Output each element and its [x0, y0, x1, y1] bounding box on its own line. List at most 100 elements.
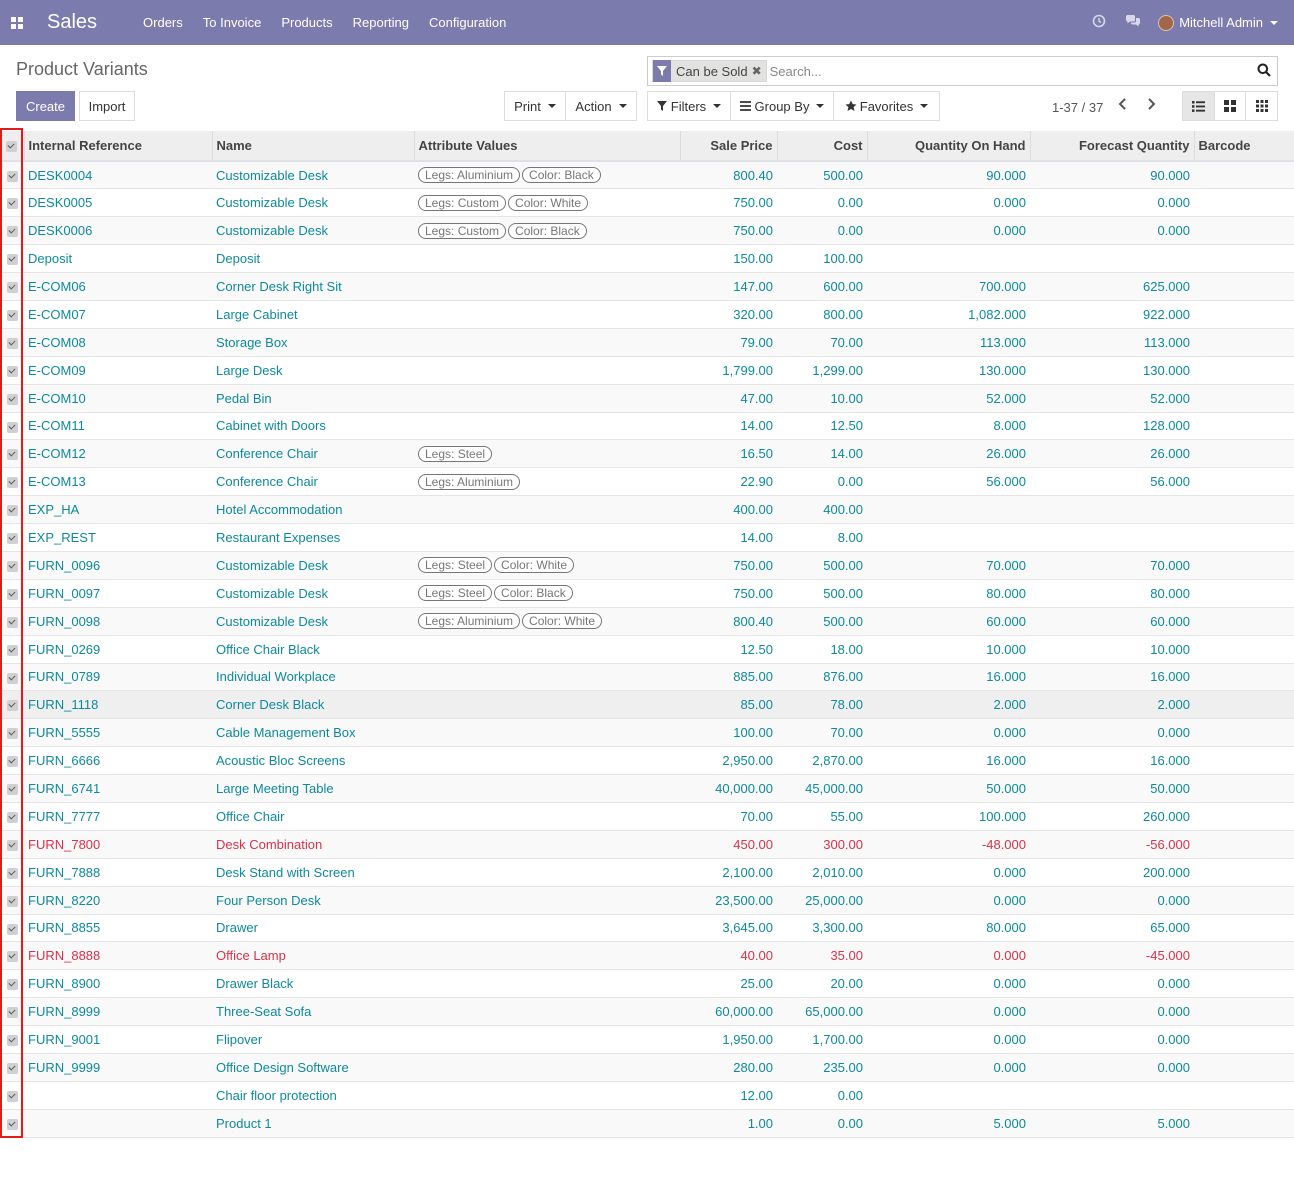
cell-internal-reference[interactable]: FURN_0789 [24, 663, 212, 692]
row-select-checkbox[interactable] [0, 328, 24, 357]
table-row[interactable]: FURN_6666 Acoustic Bloc Screens 2,950.00 2,… [0, 746, 1294, 776]
cell-forecast-quantity[interactable]: 50.000 [1030, 774, 1194, 803]
cell-barcode[interactable] [1194, 216, 1294, 246]
cell-sale-price[interactable]: 25.00 [680, 969, 777, 999]
row-select-checkbox[interactable] [0, 969, 24, 999]
row-select-checkbox[interactable] [0, 216, 24, 246]
search-icon[interactable] [1257, 63, 1271, 77]
cell-sale-price[interactable]: 85.00 [680, 690, 777, 720]
cell-name[interactable]: Customizable Desk [212, 607, 414, 636]
cell-internal-reference[interactable]: FURN_7800 [24, 830, 212, 859]
cell-internal-reference[interactable]: E-COM10 [24, 384, 212, 413]
cell-forecast-quantity[interactable]: 0.000 [1030, 216, 1194, 246]
cell-name[interactable]: Pedal Bin [212, 384, 414, 413]
cell-forecast-quantity[interactable]: 60.000 [1030, 607, 1194, 636]
cell-forecast-quantity[interactable]: 625.000 [1030, 272, 1194, 301]
cell-name[interactable]: Acoustic Bloc Screens [212, 746, 414, 776]
cell-cost[interactable]: 800.00 [777, 300, 867, 329]
facet-remove-icon[interactable]: ✖ [752, 64, 766, 78]
cell-quantity-on-hand[interactable]: 80.000 [867, 579, 1030, 608]
cell-quantity-on-hand[interactable]: 90.000 [867, 161, 1030, 190]
cell-internal-reference[interactable]: FURN_8900 [24, 969, 212, 999]
cell-sale-price[interactable]: 750.00 [680, 551, 777, 580]
cell-internal-reference[interactable]: FURN_8855 [24, 914, 212, 943]
cell-sale-price[interactable]: 450.00 [680, 830, 777, 859]
cell-sale-price[interactable]: 40,000.00 [680, 774, 777, 803]
row-select-checkbox[interactable] [0, 579, 24, 608]
cell-internal-reference[interactable]: FURN_8999 [24, 997, 212, 1027]
row-select-checkbox[interactable] [0, 607, 24, 636]
cell-forecast-quantity[interactable]: 70.000 [1030, 551, 1194, 580]
cell-quantity-on-hand[interactable]: 1,082.000 [867, 300, 1030, 329]
cell-forecast-quantity[interactable]: 200.000 [1030, 858, 1194, 887]
table-row[interactable]: FURN_5555 Cable Management Box 100.00 70.00… [0, 718, 1294, 748]
cell-forecast-quantity[interactable]: 0.000 [1030, 188, 1194, 218]
row-select-checkbox[interactable] [0, 1081, 24, 1110]
cell-internal-reference[interactable]: E-COM13 [24, 467, 212, 497]
select-all-checkbox[interactable] [0, 131, 25, 162]
cell-sale-price[interactable]: 79.00 [680, 328, 777, 357]
cell-forecast-quantity[interactable]: 922.000 [1030, 300, 1194, 329]
row-select-checkbox[interactable] [0, 858, 24, 887]
cell-cost[interactable]: 65,000.00 [777, 997, 867, 1027]
row-select-checkbox[interactable] [0, 886, 24, 915]
cell-name[interactable]: Product 1 [212, 1109, 414, 1138]
cell-internal-reference[interactable]: FURN_5555 [24, 718, 212, 748]
cell-barcode[interactable] [1194, 663, 1294, 692]
row-select-checkbox[interactable] [0, 941, 24, 971]
cell-barcode[interactable] [1194, 188, 1294, 218]
cell-internal-reference[interactable]: FURN_0096 [24, 551, 212, 580]
row-select-checkbox[interactable] [0, 244, 24, 274]
apps-menu-button[interactable] [0, 0, 34, 45]
cell-barcode[interactable] [1194, 774, 1294, 803]
cell-cost[interactable]: 0.00 [777, 1081, 867, 1110]
import-button[interactable]: Import [79, 91, 135, 121]
menu-orders[interactable]: Orders [133, 0, 193, 45]
col-internal-reference[interactable]: Internal Reference [24, 131, 213, 162]
row-select-checkbox[interactable] [0, 523, 24, 552]
cell-barcode[interactable] [1194, 579, 1294, 608]
table-row[interactable]: FURN_9001 Flipover 1,950.00 1,700.00 0.000 0.… [0, 1025, 1294, 1054]
cell-quantity-on-hand[interactable]: 52.000 [867, 384, 1030, 413]
col-barcode[interactable]: Barcode [1194, 131, 1294, 162]
cell-name[interactable]: Restaurant Expenses [212, 523, 414, 552]
cell-barcode[interactable] [1194, 384, 1294, 413]
cell-internal-reference[interactable] [24, 1081, 212, 1110]
cell-internal-reference[interactable]: E-COM08 [24, 328, 212, 357]
cell-cost[interactable]: 70.00 [777, 718, 867, 748]
row-select-checkbox[interactable] [0, 495, 24, 525]
user-menu[interactable]: Mitchell Admin [1150, 14, 1294, 31]
cell-sale-price[interactable]: 147.00 [680, 272, 777, 301]
cell-sale-price[interactable]: 22.90 [680, 467, 777, 497]
cell-quantity-on-hand[interactable]: 700.000 [867, 272, 1030, 301]
cell-name[interactable]: Customizable Desk [212, 579, 414, 608]
cell-barcode[interactable] [1194, 1109, 1294, 1138]
cell-quantity-on-hand[interactable]: 60.000 [867, 607, 1030, 636]
pager-value[interactable]: 1-37 / 37 [1052, 100, 1103, 115]
cell-sale-price[interactable]: 885.00 [680, 663, 777, 692]
cell-barcode[interactable] [1194, 412, 1294, 441]
cell-cost[interactable]: 14.00 [777, 439, 867, 469]
cell-sale-price[interactable]: 800.40 [680, 607, 777, 636]
cell-name[interactable]: Large Meeting Table [212, 774, 414, 803]
cell-forecast-quantity[interactable]: 113.000 [1030, 328, 1194, 357]
cell-quantity-on-hand[interactable]: 0.000 [867, 886, 1030, 915]
cell-cost[interactable]: 600.00 [777, 272, 867, 301]
cell-name[interactable]: Customizable Desk [212, 216, 414, 246]
table-row[interactable]: FURN_0096 Customizable Desk Legs: Steel Col… [0, 551, 1294, 580]
cell-barcode[interactable] [1194, 941, 1294, 971]
row-select-checkbox[interactable] [0, 914, 24, 943]
table-row[interactable]: FURN_0097 Customizable Desk Legs: Steel Col… [0, 579, 1294, 608]
cell-internal-reference[interactable]: E-COM12 [24, 439, 212, 469]
col-cost[interactable]: Cost [777, 131, 868, 162]
cell-barcode[interactable] [1194, 1081, 1294, 1110]
table-row[interactable]: Product 1 1.00 0.00 5.000 5.000 [0, 1109, 1294, 1138]
cell-forecast-quantity[interactable]: 128.000 [1030, 412, 1194, 441]
table-row[interactable]: FURN_8220 Four Person Desk 23,500.00 25,000… [0, 886, 1294, 915]
cell-sale-price[interactable]: 14.00 [680, 523, 777, 552]
table-row[interactable]: FURN_8855 Drawer 3,645.00 3,300.00 80.000 65.… [0, 914, 1294, 943]
cell-barcode[interactable] [1194, 802, 1294, 831]
cell-quantity-on-hand[interactable]: 16.000 [867, 663, 1030, 692]
table-row[interactable]: FURN_0098 Customizable Desk Legs: Aluminiu… [0, 607, 1294, 636]
cell-forecast-quantity[interactable]: 52.000 [1030, 384, 1194, 413]
